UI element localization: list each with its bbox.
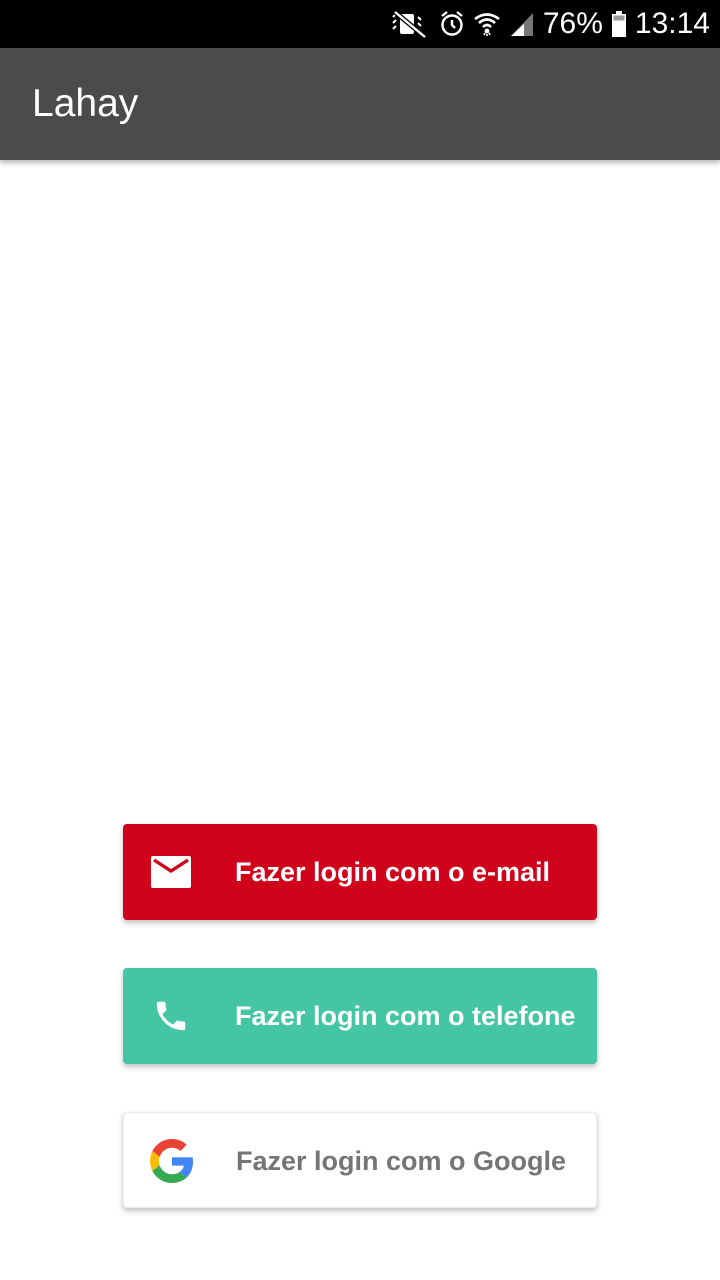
email-login-button[interactable]: Fazer login com o e-mail <box>123 824 597 920</box>
status-bar: 76% 13:14 <box>0 0 720 48</box>
phone-login-button[interactable]: Fazer login com o telefone <box>123 968 597 1064</box>
google-icon <box>150 1139 194 1183</box>
app-bar: Lahay <box>0 48 720 160</box>
clock: 13:14 <box>634 7 710 40</box>
google-login-button[interactable]: Fazer login com o Google <box>123 1112 597 1208</box>
app-title: Lahay <box>32 82 139 125</box>
email-login-label: Fazer login com o e-mail <box>235 857 551 887</box>
signal-icon <box>509 10 535 38</box>
status-icons: 76% 13:14 <box>391 0 710 48</box>
battery-percent: 76% <box>542 7 603 40</box>
wifi-icon <box>473 10 501 38</box>
phone-login-label: Fazer login com o telefone <box>235 1001 576 1031</box>
battery-icon <box>611 10 627 38</box>
mail-icon <box>149 850 193 894</box>
vibrate-mute-icon <box>391 9 431 39</box>
alarm-icon <box>439 10 465 38</box>
phone-icon <box>149 994 193 1038</box>
google-login-label: Fazer login com o Google <box>236 1146 567 1176</box>
